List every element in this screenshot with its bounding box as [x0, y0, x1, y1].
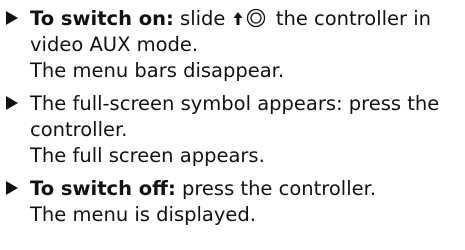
- step-text: slide: [173, 7, 232, 30]
- step-line: To switch on: slide the controller in: [30, 6, 461, 32]
- step-label: To switch off:: [30, 177, 176, 200]
- step-switch-off: To switch off: press the controller. The…: [4, 176, 461, 228]
- triangle-bullet-icon: [6, 11, 18, 25]
- triangle-bullet-icon: [6, 181, 18, 195]
- step-result: The menu is displayed.: [30, 203, 256, 226]
- step-result: The full screen appears.: [30, 144, 265, 167]
- instruction-list: To switch on: slide the controller in vi…: [0, 0, 465, 228]
- step-text: The full-screen symbol appears: press th…: [30, 92, 440, 115]
- step-result: The menu bars disappear.: [30, 59, 285, 82]
- step-text: the controller in: [269, 7, 432, 30]
- step-line: To switch off: press the controller.: [30, 176, 461, 202]
- step-switch-on: To switch on: slide the controller in vi…: [4, 6, 461, 84]
- step-text: press the controller.: [175, 177, 377, 200]
- controller-slide-up-icon: [232, 8, 270, 28]
- step-text-continued: controller.: [30, 118, 128, 141]
- triangle-bullet-icon: [6, 96, 18, 110]
- step-full-screen: The full-screen symbol appears: press th…: [4, 91, 461, 169]
- step-label: To switch on:: [30, 7, 174, 30]
- step-text-continued: video AUX mode.: [30, 33, 199, 56]
